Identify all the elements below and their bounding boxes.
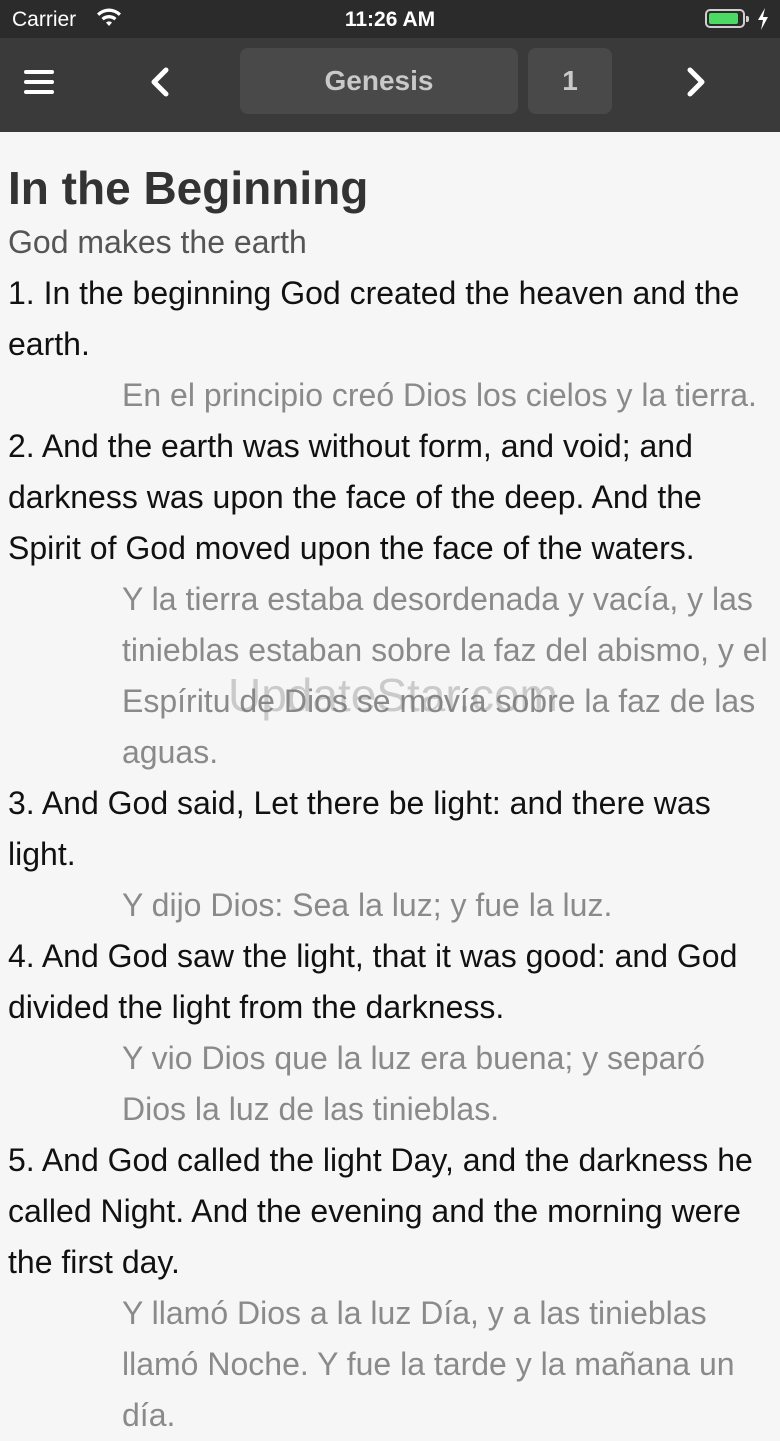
- chapter-subtitle: God makes the earth: [8, 224, 307, 260]
- chapter-content: In the Beginning God makes the earth 1. …: [8, 132, 772, 1441]
- charging-icon: [758, 8, 768, 30]
- verse-translation: Y llamó Dios a la luz Día, y a las tinie…: [122, 1295, 735, 1433]
- verse-text: 2. And the earth was without form, and v…: [8, 428, 702, 566]
- chapter-title: In the Beginning: [8, 162, 369, 214]
- navigation-bar: Genesis 1: [0, 38, 780, 132]
- verse-translation: En el principio creó Dios los cielos y l…: [122, 377, 757, 413]
- verse-text: 5. And God called the light Day, and the…: [8, 1142, 753, 1280]
- verse-translation: Y vio Dios que la luz era buena; y separ…: [122, 1040, 705, 1127]
- status-bar: Carrier 11:26 AM: [0, 0, 780, 38]
- book-selector-button[interactable]: Genesis: [240, 48, 518, 114]
- chapter-selector-button[interactable]: 1: [528, 48, 612, 114]
- verse-text: 4. And God saw the light, that it was go…: [8, 938, 738, 1025]
- chevron-left-icon[interactable]: [146, 64, 174, 100]
- verse-text: 3. And God said, Let there be light: and…: [8, 785, 711, 872]
- verse-translation: Y dijo Dios: Sea la luz; y fue la luz.: [122, 887, 613, 923]
- verse-translation: Y la tierra estaba desordenada y vacía, …: [122, 581, 768, 770]
- menu-icon[interactable]: [24, 70, 54, 96]
- chevron-right-icon[interactable]: [682, 64, 710, 100]
- verse-text: 1. In the beginning God created the heav…: [8, 275, 740, 362]
- status-time: 11:26 AM: [344, 8, 436, 31]
- battery-icon: [705, 9, 749, 28]
